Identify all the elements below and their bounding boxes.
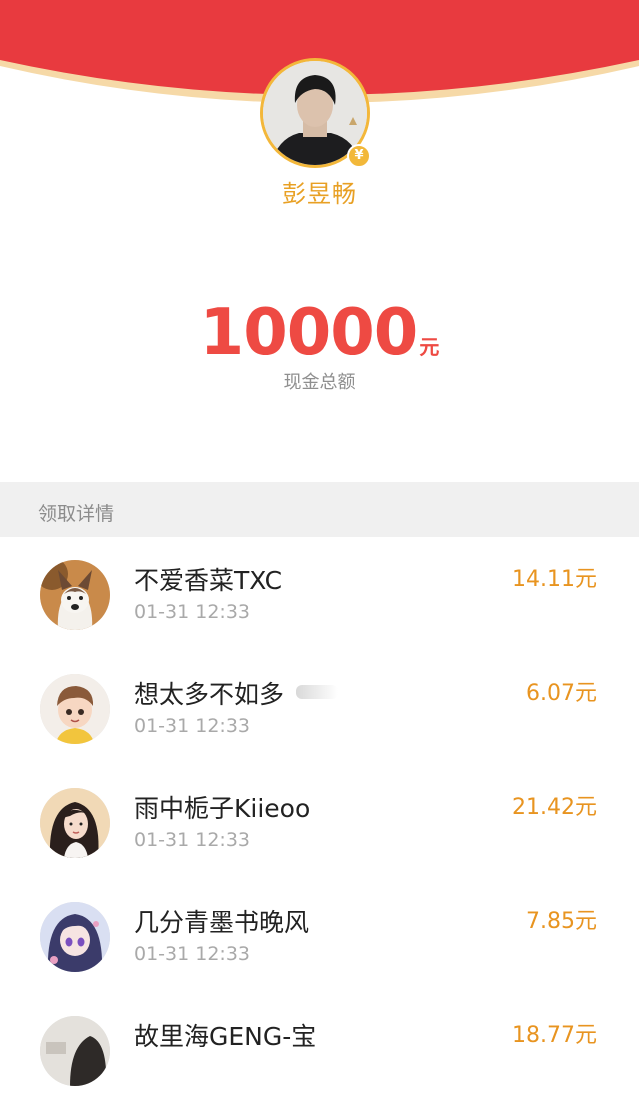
receiver-name: 几分青墨书晚风 <box>134 908 310 937</box>
girl-avatar-icon <box>40 788 110 858</box>
receive-time: 01-31 12:33 <box>134 601 251 623</box>
receive-amount: 7.85元 <box>526 909 597 934</box>
total-amount: 10000 元 <box>0 296 639 370</box>
list-item[interactable]: 雨中栀子Kiieoo 01-31 12:33 21.42元 <box>0 765 639 879</box>
vip-coin-icon: ¥ <box>347 144 371 168</box>
receive-time: 01-31 12:33 <box>134 715 251 737</box>
list-item[interactable]: 几分青墨书晚风 01-31 12:33 7.85元 <box>0 879 639 993</box>
list-item[interactable]: 故里海GENG-宝 18.77元 <box>0 993 639 1107</box>
dog-avatar-icon <box>40 560 110 630</box>
amount-unit: 元 <box>419 335 440 359</box>
amount-value: 10000 <box>199 296 419 370</box>
sender-name: 彭昱畅 <box>282 180 357 208</box>
receiver-name: 故里海GENG-宝 <box>134 1022 317 1051</box>
section-title: 领取详情 <box>38 503 115 525</box>
receive-amount: 21.42元 <box>512 795 597 820</box>
cartoon-boy-avatar-icon <box>40 674 110 744</box>
receiver-list: 不爱香菜TXC 01-31 12:33 14.11元 想太多不如多 01-31 … <box>0 537 639 1107</box>
list-item[interactable]: 不爱香菜TXC 01-31 12:33 14.11元 <box>0 537 639 651</box>
amount-label: 现金总额 <box>283 372 356 393</box>
user-avatar-icon <box>40 1016 110 1086</box>
receive-time: 01-31 12:33 <box>134 943 251 965</box>
receiver-name: 雨中栀子Kiieoo <box>134 794 311 823</box>
list-item[interactable]: 想太多不如多 01-31 12:33 6.07元 <box>0 651 639 765</box>
receiver-name: 不爱香菜TXC <box>134 566 283 595</box>
receiver-name: 想太多不如多 <box>134 680 285 709</box>
receive-details-header: 领取详情 <box>0 482 639 537</box>
anime-girl-avatar-icon <box>40 902 110 972</box>
name-fade <box>296 685 338 699</box>
receive-amount: 18.77元 <box>512 1023 597 1048</box>
receive-time: 01-31 12:33 <box>134 829 251 851</box>
receive-amount: 6.07元 <box>526 681 597 706</box>
receive-amount: 14.11元 <box>512 567 597 592</box>
